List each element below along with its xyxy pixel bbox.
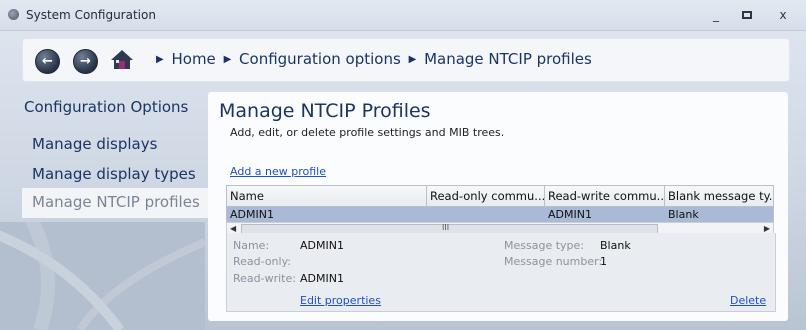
home-button[interactable]: [109, 48, 135, 72]
read-write-label: Read-write:: [233, 272, 296, 285]
table-header: Name Read-only commu... Read-write commu…: [226, 185, 774, 207]
sidebar-item-label: Manage NTCIP profiles: [32, 193, 200, 211]
sidebar-item-manage-displays[interactable]: Manage displays: [32, 135, 157, 153]
window-title: System Configuration: [26, 8, 156, 22]
profiles-table: Name Read-only commu... Read-write commu…: [226, 185, 774, 236]
back-button[interactable]: ←: [35, 49, 60, 74]
maximize-icon: [742, 11, 752, 19]
scroll-grip: III: [442, 223, 450, 232]
column-header-read-only[interactable]: Read-only commu...: [427, 186, 545, 206]
read-write-value: ADMIN1: [300, 272, 344, 285]
navigation-bar: ← → ▶ Home ▶ Configuration options ▶ Man…: [22, 38, 790, 82]
breadcrumb-manage-ntcip-profiles[interactable]: Manage NTCIP profiles: [424, 50, 592, 68]
forward-arrow-icon: →: [80, 54, 91, 69]
breadcrumb-separator-icon: ▶: [408, 54, 417, 65]
name-label: Name:: [233, 239, 270, 252]
delete-link[interactable]: Delete: [730, 294, 766, 307]
breadcrumb-home[interactable]: Home: [171, 50, 215, 68]
column-header-name[interactable]: Name: [227, 186, 427, 206]
sidebar-item-manage-display-types[interactable]: Manage display types: [32, 165, 196, 183]
sidebar-heading: Configuration Options: [24, 98, 189, 116]
sidebar: Configuration Options Manage displays Ma…: [22, 92, 222, 322]
breadcrumb-separator-icon: ▶: [223, 54, 232, 65]
app-icon: [8, 9, 19, 20]
forward-button[interactable]: →: [73, 49, 98, 74]
cell-read-write: ADMIN1: [548, 208, 592, 221]
cell-read-only: [427, 207, 545, 222]
cell-blank-message-type: Blank: [668, 208, 699, 221]
edit-properties-link[interactable]: Edit properties: [300, 294, 381, 307]
minimize-button[interactable]: _: [704, 6, 728, 24]
title-bar: System Configuration _ x: [0, 0, 806, 31]
main-content: Manage NTCIP Profiles Add, edit, or dele…: [208, 92, 788, 321]
column-header-blank-message-type[interactable]: Blank message ty...: [665, 186, 773, 206]
breadcrumb: ▶ Home ▶ Configuration options ▶ Manage …: [153, 50, 592, 68]
close-button[interactable]: x: [771, 6, 795, 24]
breadcrumb-configuration-options[interactable]: Configuration options: [239, 50, 401, 68]
maximize-button[interactable]: [735, 6, 759, 24]
profile-details-panel: Name: ADMIN1 Read-only: Read-write: ADMI…: [226, 233, 776, 312]
table-row[interactable]: ADMIN1 ADMIN1 Blank: [226, 207, 774, 222]
page-subtitle: Add, edit, or delete profile settings an…: [230, 126, 505, 139]
page-title: Manage NTCIP Profiles: [219, 100, 431, 122]
breadcrumb-separator-icon: ▶: [156, 54, 164, 65]
read-only-label: Read-only:: [233, 255, 291, 268]
message-number-label: Message number:: [504, 255, 603, 268]
message-number-value: 1: [600, 255, 607, 268]
cell-name: ADMIN1: [230, 208, 274, 221]
back-arrow-icon: ←: [42, 54, 53, 69]
add-profile-link[interactable]: Add a new profile: [230, 165, 326, 178]
message-type-label: Message type:: [504, 239, 584, 252]
column-header-read-write[interactable]: Read-write commu...: [545, 186, 665, 206]
home-icon: [111, 50, 133, 69]
message-type-value: Blank: [600, 239, 631, 252]
name-value: ADMIN1: [300, 239, 344, 252]
sidebar-item-manage-ntcip-profiles[interactable]: Manage NTCIP profiles: [22, 188, 222, 218]
